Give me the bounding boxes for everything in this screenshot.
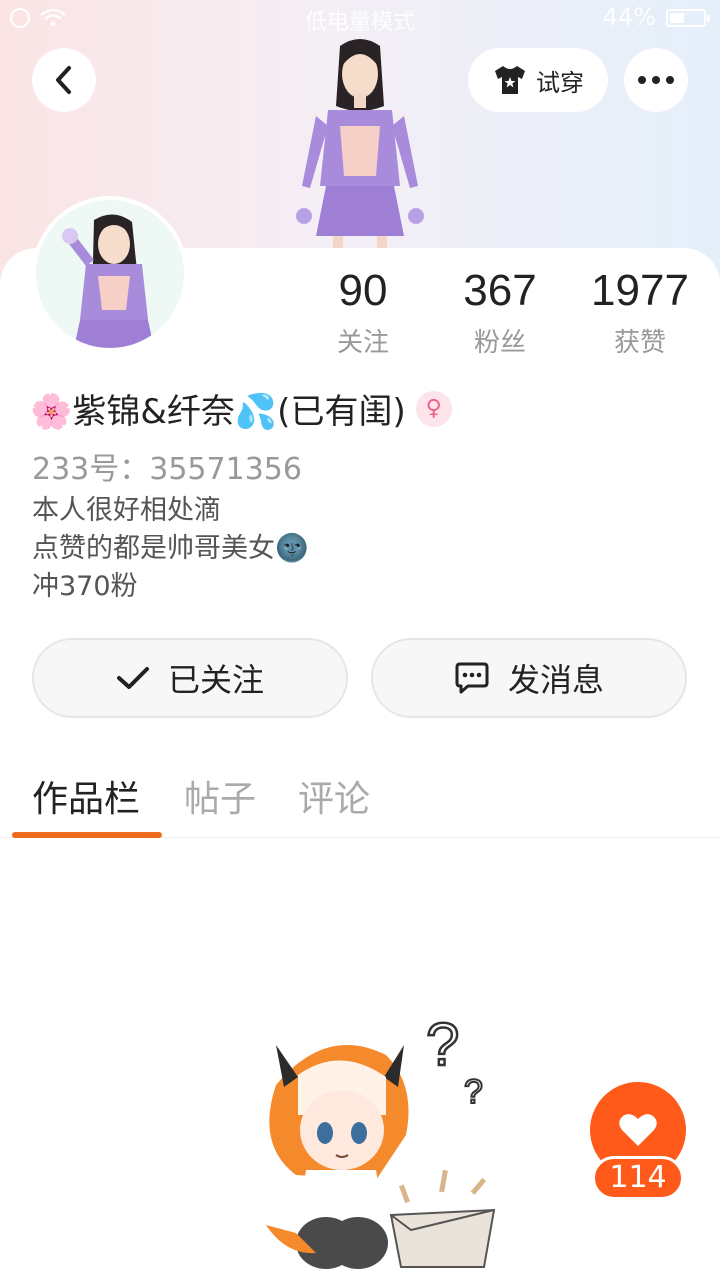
heart-icon [619, 1114, 657, 1146]
avatar-3d-figure [296, 39, 424, 248]
following-label: 关注 [336, 328, 389, 358]
nickname: 🌸紫锦&纤奈💦(已有闺) [30, 392, 406, 432]
followed-button[interactable]: 已关注 [32, 638, 348, 718]
female-gender-icon: ♀ [415, 390, 452, 427]
send-message-label: 发消息 [507, 661, 604, 699]
avatar[interactable] [32, 196, 188, 352]
bio-line: 点赞的都是帅哥美女🌚 [32, 533, 309, 564]
send-message-button[interactable]: 发消息 [371, 638, 687, 718]
followers-count: 367 [463, 266, 537, 315]
try-on-button[interactable]: 试穿 [468, 48, 608, 112]
following-count: 90 [338, 266, 388, 315]
status-bar: 低电量模式 44% [0, 0, 720, 36]
nickname-row: 🌸紫锦&纤奈💦(已有闺) ♀ [30, 384, 452, 433]
bio-line: 本人很好相处滴 [32, 495, 221, 526]
avatar-figure [62, 214, 154, 348]
stat-following[interactable]: 90 关注 [298, 266, 428, 359]
tshirt-icon [495, 66, 525, 94]
bio: 本人很好相处滴 点赞的都是帅哥美女🌚 冲370粉 [32, 492, 309, 606]
more-button[interactable] [624, 48, 688, 112]
chevron-left-icon [56, 66, 71, 94]
profile-tabs: 作品栏 帖子 评论 [0, 770, 720, 838]
bio-line: 冲370粉 [32, 571, 138, 602]
message-bubble-icon [455, 662, 489, 694]
svg-text:?: ? [464, 1073, 483, 1111]
tab-comments[interactable]: 评论 [298, 770, 370, 822]
try-on-label: 试穿 [536, 68, 584, 97]
more-dots-icon [638, 76, 674, 84]
checkmark-icon [116, 667, 149, 689]
back-button[interactable] [32, 48, 96, 112]
battery-icon [666, 9, 710, 27]
followed-label: 已关注 [167, 661, 264, 699]
svg-text:?: ? [426, 1011, 459, 1078]
tab-works[interactable]: 作品栏 [32, 770, 140, 822]
user-id: 233号：35571356 [32, 452, 302, 487]
stat-followers[interactable]: 367 粉丝 [435, 266, 565, 359]
battery-percent: 44% [602, 3, 656, 31]
empty-state-mascot-illustration: ? ? [266, 1010, 496, 1269]
floating-like-button[interactable]: 114 [588, 1082, 688, 1200]
followers-label: 粉丝 [473, 328, 526, 358]
tab-posts[interactable]: 帖子 [184, 770, 256, 822]
likes-label: 获赞 [613, 328, 666, 358]
active-tab-indicator [12, 832, 162, 838]
like-count: 114 [592, 1156, 684, 1200]
likes-count: 1977 [591, 266, 689, 315]
stat-likes[interactable]: 1977 获赞 [575, 266, 705, 359]
